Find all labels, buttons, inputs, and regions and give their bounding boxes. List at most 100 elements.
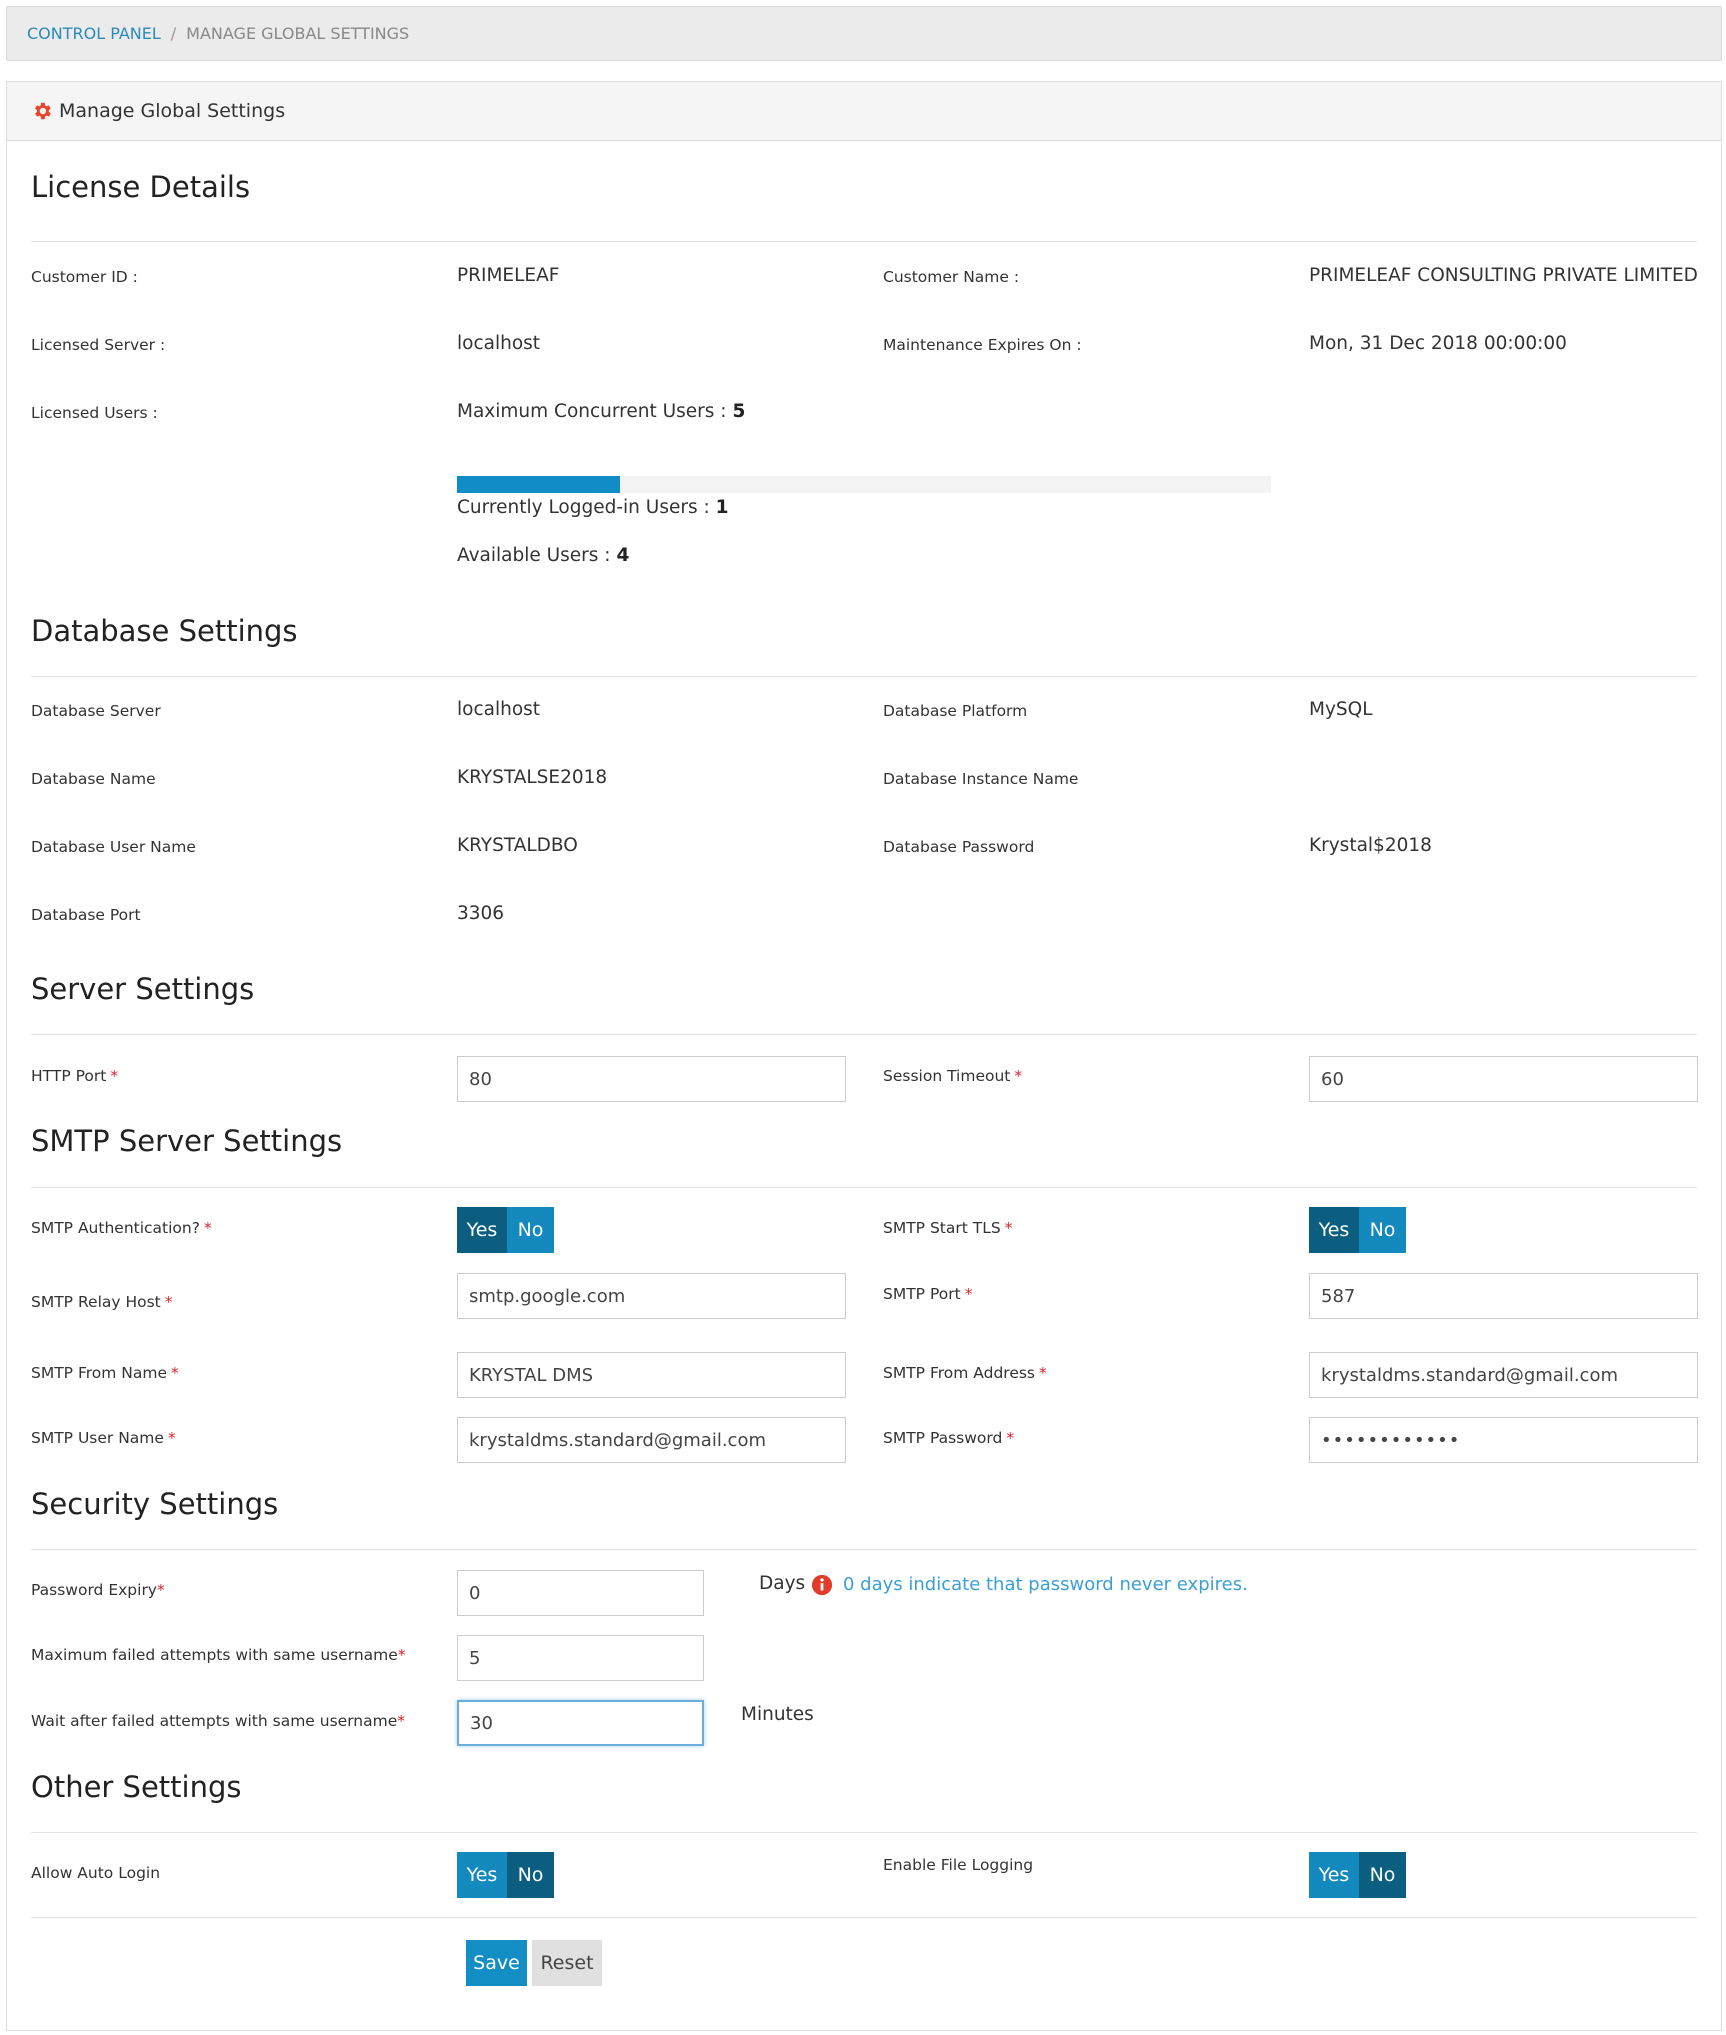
smtp-from-address-label: SMTP From Address * [883,1364,1047,1382]
license-section-title: License Details [31,170,251,204]
smtp-from-address-input[interactable] [1309,1352,1698,1398]
max-users-label: Maximum Concurrent Users : [457,401,727,422]
file-logging-no[interactable]: No [1359,1852,1406,1898]
auto-login-toggle[interactable]: Yes No [457,1852,554,1898]
smtp-password-input[interactable] [1309,1417,1698,1463]
smtp-password-label: SMTP Password * [883,1429,1014,1447]
panel-header: Manage Global Settings [7,82,1721,141]
smtp-auth-toggle[interactable]: Yes No [457,1207,554,1253]
smtp-auth-label-text: SMTP Authentication? [31,1219,200,1237]
customer-id-label: Customer ID : [31,268,138,286]
reset-button[interactable]: Reset [532,1940,602,1986]
http-port-label: HTTP Port * [31,1067,118,1085]
smtp-relay-host-input[interactable] [457,1273,846,1319]
breadcrumb-control-panel[interactable]: CONTROL PANEL [27,24,161,43]
smtp-tls-label: SMTP Start TLS * [883,1219,1012,1237]
actions-divider [31,1917,1697,1918]
smtp-from-name-label-text: SMTP From Name [31,1364,168,1382]
auto-login-yes[interactable]: Yes [457,1852,507,1898]
days-unit: Days [759,1573,806,1594]
auto-login-no[interactable]: No [507,1852,554,1898]
gear-icon [35,102,51,120]
db-password-label: Database Password [883,838,1035,856]
required-mark: * [397,1712,406,1730]
file-logging-yes[interactable]: Yes [1309,1852,1359,1898]
license-divider [31,241,1697,242]
password-expiry-input[interactable] [457,1570,704,1616]
session-timeout-label: Session Timeout * [883,1067,1022,1085]
smtp-password-label-text: SMTP Password [883,1429,1003,1447]
wait-failed-label: Wait after failed attempts with same use… [31,1712,405,1730]
auto-login-label: Allow Auto Login [31,1864,161,1882]
smtp-from-name-label: SMTP From Name * [31,1364,179,1382]
password-expiry-label: Password Expiry* [31,1581,165,1599]
server-divider [31,1034,1697,1035]
required-mark: * [110,1067,119,1085]
smtp-divider [31,1187,1697,1188]
required-mark: * [397,1646,406,1664]
max-users-row: Maximum Concurrent Users : 5 [457,401,745,422]
db-platform-value: MySQL [1309,699,1373,720]
license-usage-fill [457,476,620,493]
http-port-input[interactable] [457,1056,846,1102]
db-port-label: Database Port [31,906,141,924]
panel-title: Manage Global Settings [59,100,286,122]
required-mark: * [964,1285,973,1303]
required-mark: * [167,1429,176,1447]
logged-in-label: Currently Logged-in Users : [457,497,710,518]
smtp-user-name-input[interactable] [457,1417,846,1463]
file-logging-label: Enable File Logging [883,1856,1034,1874]
smtp-auth-no[interactable]: No [507,1207,554,1253]
session-timeout-input[interactable] [1309,1056,1698,1102]
logged-in-value: 1 [715,497,729,518]
minutes-unit: Minutes [741,1704,814,1725]
licensed-server-label: Licensed Server : [31,336,166,354]
breadcrumb-separator: / [170,24,177,43]
smtp-user-name-label-text: SMTP User Name [31,1429,164,1447]
http-port-label-text: HTTP Port [31,1067,107,1085]
smtp-tls-yes[interactable]: Yes [1309,1207,1359,1253]
smtp-tls-toggle[interactable]: Yes No [1309,1207,1406,1253]
smtp-tls-no[interactable]: No [1359,1207,1406,1253]
max-users-value: 5 [732,401,746,422]
logged-in-row: Currently Logged-in Users : 1 [457,497,728,518]
maintenance-label: Maintenance Expires On : [883,336,1082,354]
required-mark: * [1014,1067,1023,1085]
password-expiry-hint: 0 days indicate that password never expi… [843,1574,1248,1595]
db-server-value: localhost [457,699,541,720]
password-expiry-label-text: Password Expiry [31,1581,157,1599]
smtp-from-address-label-text: SMTP From Address [883,1364,1036,1382]
max-failed-label-text: Maximum failed attempts with same userna… [31,1646,398,1664]
save-button[interactable]: Save [466,1940,527,1986]
smtp-port-label-text: SMTP Port [883,1285,961,1303]
database-divider [31,676,1697,677]
customer-id-value: PRIMELEAF [457,265,560,286]
breadcrumb-current: MANAGE GLOBAL SETTINGS [186,24,410,43]
db-platform-label: Database Platform [883,702,1028,720]
other-section-title: Other Settings [31,1770,242,1804]
info-icon [811,1574,833,1596]
license-usage-bar [457,476,1271,493]
smtp-auth-label: SMTP Authentication? * [31,1219,212,1237]
smtp-relay-host-label: SMTP Relay Host * [31,1293,173,1311]
smtp-port-input[interactable] [1309,1273,1698,1319]
maintenance-value: Mon, 31 Dec 2018 00:00:00 [1309,333,1567,354]
required-mark: * [1039,1364,1047,1382]
db-name-value: KRYSTALSE2018 [457,767,608,788]
max-failed-label: Maximum failed attempts with same userna… [31,1646,406,1664]
smtp-port-label: SMTP Port * [883,1285,972,1303]
session-timeout-label-text: Session Timeout [883,1067,1011,1085]
wait-failed-input[interactable] [457,1700,704,1746]
security-divider [31,1549,1697,1550]
max-failed-input[interactable] [457,1635,704,1681]
smtp-from-name-input[interactable] [457,1352,846,1398]
smtp-auth-yes[interactable]: Yes [457,1207,507,1253]
required-mark: * [164,1293,173,1311]
db-user-value: KRYSTALDBO [457,835,578,856]
file-logging-toggle[interactable]: Yes No [1309,1852,1406,1898]
available-value: 4 [616,545,630,566]
db-user-label: Database User Name [31,838,196,856]
licensed-server-value: localhost [457,333,541,354]
security-section-title: Security Settings [31,1487,279,1521]
db-instance-label: Database Instance Name [883,770,1079,788]
